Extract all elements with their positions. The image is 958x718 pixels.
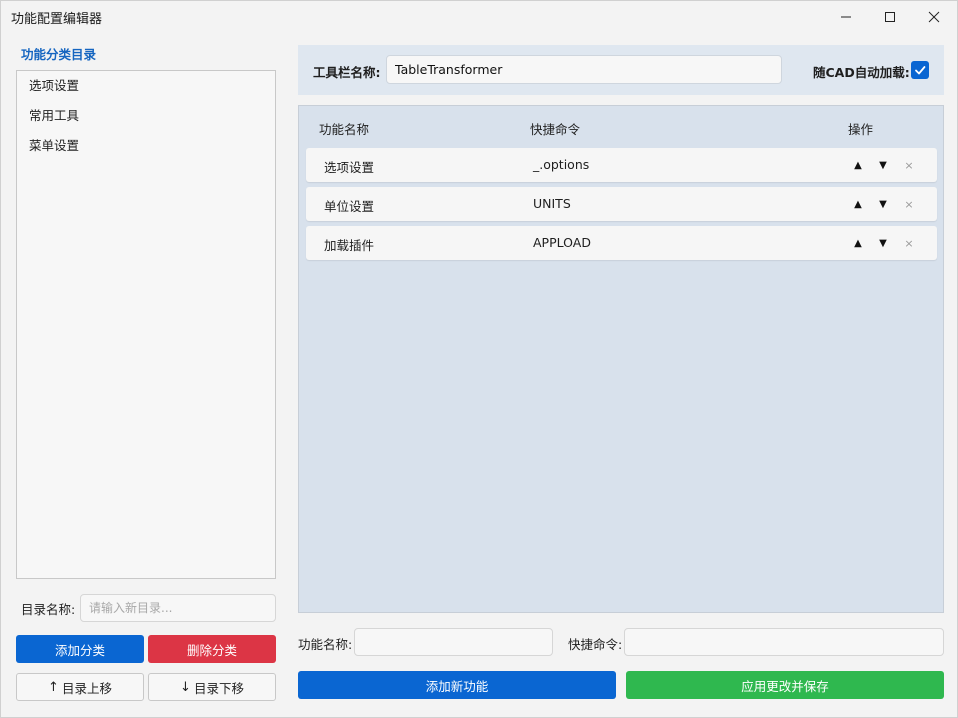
function-name: 单位设置 (324, 199, 375, 214)
command-input[interactable] (624, 628, 944, 656)
function-row[interactable]: 选项设置 _.options ▲ ▼ × (306, 148, 937, 182)
title-bar: 功能配置编辑器 (1, 1, 958, 33)
function-command: UNITS (533, 196, 571, 211)
move-up-icon[interactable]: ▲ (850, 195, 866, 213)
category-item[interactable]: 菜单设置 (17, 131, 275, 161)
move-up-label: 目录上移 (61, 680, 112, 696)
category-panel-title: 功能分类目录 (21, 47, 97, 62)
function-name-label: 功能名称: (298, 637, 353, 652)
command-label: 快捷命令: (568, 637, 623, 652)
minimize-icon (841, 16, 851, 18)
maximize-button[interactable] (867, 1, 913, 33)
column-header-ops: 操作 (848, 122, 874, 137)
toolbar-name-label: 工具栏名称: (313, 65, 381, 80)
add-function-button[interactable]: 添加新功能 (298, 671, 616, 699)
function-name: 选项设置 (324, 160, 375, 175)
move-down-icon[interactable]: ▼ (875, 234, 891, 252)
arrow-up-icon: ↑ (48, 679, 59, 695)
function-row[interactable]: 单位设置 UNITS ▲ ▼ × (306, 187, 937, 221)
category-name-input[interactable] (80, 594, 276, 622)
close-button[interactable] (911, 1, 957, 33)
move-category-up-button[interactable]: ↑ 目录上移 (16, 673, 144, 701)
move-up-icon[interactable]: ▲ (850, 234, 866, 252)
column-header-name: 功能名称 (319, 122, 370, 137)
add-category-button[interactable]: 添加分类 (16, 635, 144, 663)
category-item[interactable]: 选项设置 (17, 71, 275, 101)
function-command: APPLOAD (533, 235, 591, 250)
toolbar-name-input[interactable] (386, 55, 782, 84)
minimize-button[interactable] (823, 1, 869, 33)
move-down-label: 目录下移 (193, 680, 244, 696)
delete-icon[interactable]: × (901, 156, 917, 174)
delete-icon[interactable]: × (901, 195, 917, 213)
category-item[interactable]: 常用工具 (17, 101, 275, 131)
function-table: 功能名称 快捷命令 操作 选项设置 _.options ▲ ▼ × 单位设置 U… (298, 105, 944, 613)
move-down-icon[interactable]: ▼ (875, 156, 891, 174)
arrow-down-icon: ↓ (180, 679, 191, 695)
function-row[interactable]: 加载插件 APPLOAD ▲ ▼ × (306, 226, 937, 260)
close-icon (928, 11, 940, 23)
move-category-down-button[interactable]: ↓ 目录下移 (148, 673, 276, 701)
maximize-icon (885, 12, 895, 22)
function-command: _.options (533, 157, 590, 172)
autoload-label: 随CAD自动加载: (813, 65, 910, 80)
category-name-label: 目录名称: (21, 602, 76, 617)
toolbar-settings-bar: 工具栏名称: 随CAD自动加载: (298, 45, 944, 95)
window-title: 功能配置编辑器 (11, 12, 103, 27)
function-name: 加载插件 (324, 238, 375, 253)
delete-category-button[interactable]: 删除分类 (148, 635, 276, 663)
apply-save-button[interactable]: 应用更改并保存 (626, 671, 944, 699)
checkmark-icon (915, 66, 926, 75)
move-up-icon[interactable]: ▲ (850, 156, 866, 174)
move-down-icon[interactable]: ▼ (875, 195, 891, 213)
autoload-checkbox[interactable] (911, 61, 929, 79)
column-header-command: 快捷命令 (530, 122, 581, 137)
function-name-input[interactable] (354, 628, 553, 656)
category-list[interactable]: 选项设置 常用工具 菜单设置 (16, 70, 276, 579)
app-window: 功能配置编辑器 功能分类目录 选项设置 常用工具 菜单设置 目录名称: 添加分类… (0, 0, 958, 718)
delete-icon[interactable]: × (901, 234, 917, 252)
